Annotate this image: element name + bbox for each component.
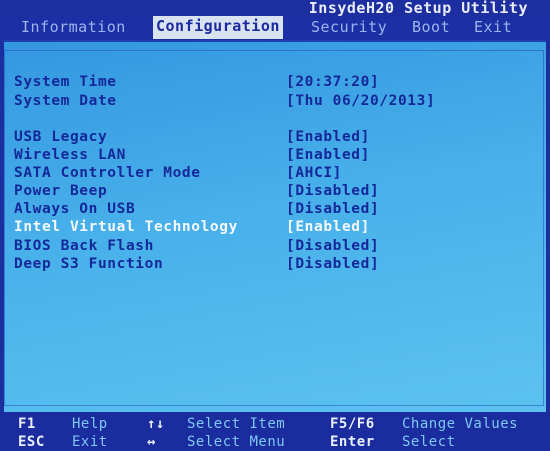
utility-title: InsydeH20 Setup Utility [308,0,528,17]
setting-value[interactable]: [Enabled] [286,129,370,145]
setting-system-date[interactable]: System Date [Thu 06/20/2013] [14,93,544,111]
title-bar: InsydeH20 Setup Utility [0,0,550,17]
key-esc-desc: Exit [72,434,108,450]
key-f5-f6-desc: Change Values [402,416,519,432]
setting-always-on-usb[interactable]: Always On USB [Disabled] [14,201,544,219]
setting-label: Intel Virtual Technology [14,219,238,235]
left-right-arrows-icon: ↔ [147,434,156,450]
menu-tab-bar: Information Configuration Security Boot … [0,16,550,39]
setting-value[interactable]: [Thu 06/20/2013] [286,93,435,109]
tab-information[interactable]: Information [21,18,126,36]
setting-deep-s3-function[interactable]: Deep S3 Function [Disabled] [14,256,544,274]
setting-value[interactable]: [Enabled] [286,147,370,163]
setting-label: Power Beep [14,183,108,199]
setting-value[interactable]: [Disabled] [286,238,379,254]
tab-security[interactable]: Security [311,18,387,36]
setting-label: Wireless LAN [14,147,126,163]
setting-value[interactable]: [20:37:20] [286,74,379,90]
setting-system-time[interactable]: System Time [20:37:20] [14,74,544,92]
key-enter-desc: Select [402,434,456,450]
setting-value[interactable]: [Disabled] [286,201,379,217]
setting-label: System Date [14,93,117,109]
setting-value[interactable]: [Disabled] [286,183,379,199]
setting-value[interactable]: [Disabled] [286,256,379,272]
setting-label: System Time [14,74,117,90]
key-f5-f6: F5/F6 [330,416,375,432]
tab-exit[interactable]: Exit [474,18,512,36]
key-enter: Enter [330,434,375,450]
key-esc: ESC [18,434,45,450]
key-f1-desc: Help [72,416,108,432]
tab-configuration[interactable]: Configuration [153,16,283,39]
up-down-arrows-icon: ↑↓ [147,416,165,432]
key-f1: F1 [18,416,36,432]
setting-label: Deep S3 Function [14,256,164,272]
setting-label: Always On USB [14,201,136,217]
key-updown-desc: Select Item [187,416,286,432]
setting-value[interactable]: [AHCI] [286,165,342,181]
setting-bios-back-flash[interactable]: BIOS Back Flash [Disabled] [14,238,544,256]
setting-usb-legacy[interactable]: USB Legacy [Enabled] [14,129,544,147]
setting-wireless-lan[interactable]: Wireless LAN [Enabled] [14,147,544,165]
setting-label: USB Legacy [14,129,108,145]
bios-screen: InsydeH20 Setup Utility Information Conf… [0,0,550,451]
settings-panel: System Time [20:37:20] System Date [Thu … [4,40,546,414]
setting-label: BIOS Back Flash [14,238,154,254]
setting-value[interactable]: [Enabled] [286,219,370,235]
key-legend: F1 Help ↑↓ Select Item F5/F6 Change Valu… [0,412,550,451]
tab-boot[interactable]: Boot [412,18,450,36]
key-leftright-desc: Select Menu [187,434,286,450]
setting-label: SATA Controller Mode [14,165,201,181]
setting-sata-controller-mode[interactable]: SATA Controller Mode [AHCI] [14,165,544,183]
setting-power-beep[interactable]: Power Beep [Disabled] [14,183,544,201]
setting-intel-virtual-technology[interactable]: Intel Virtual Technology [Enabled] [14,219,544,237]
